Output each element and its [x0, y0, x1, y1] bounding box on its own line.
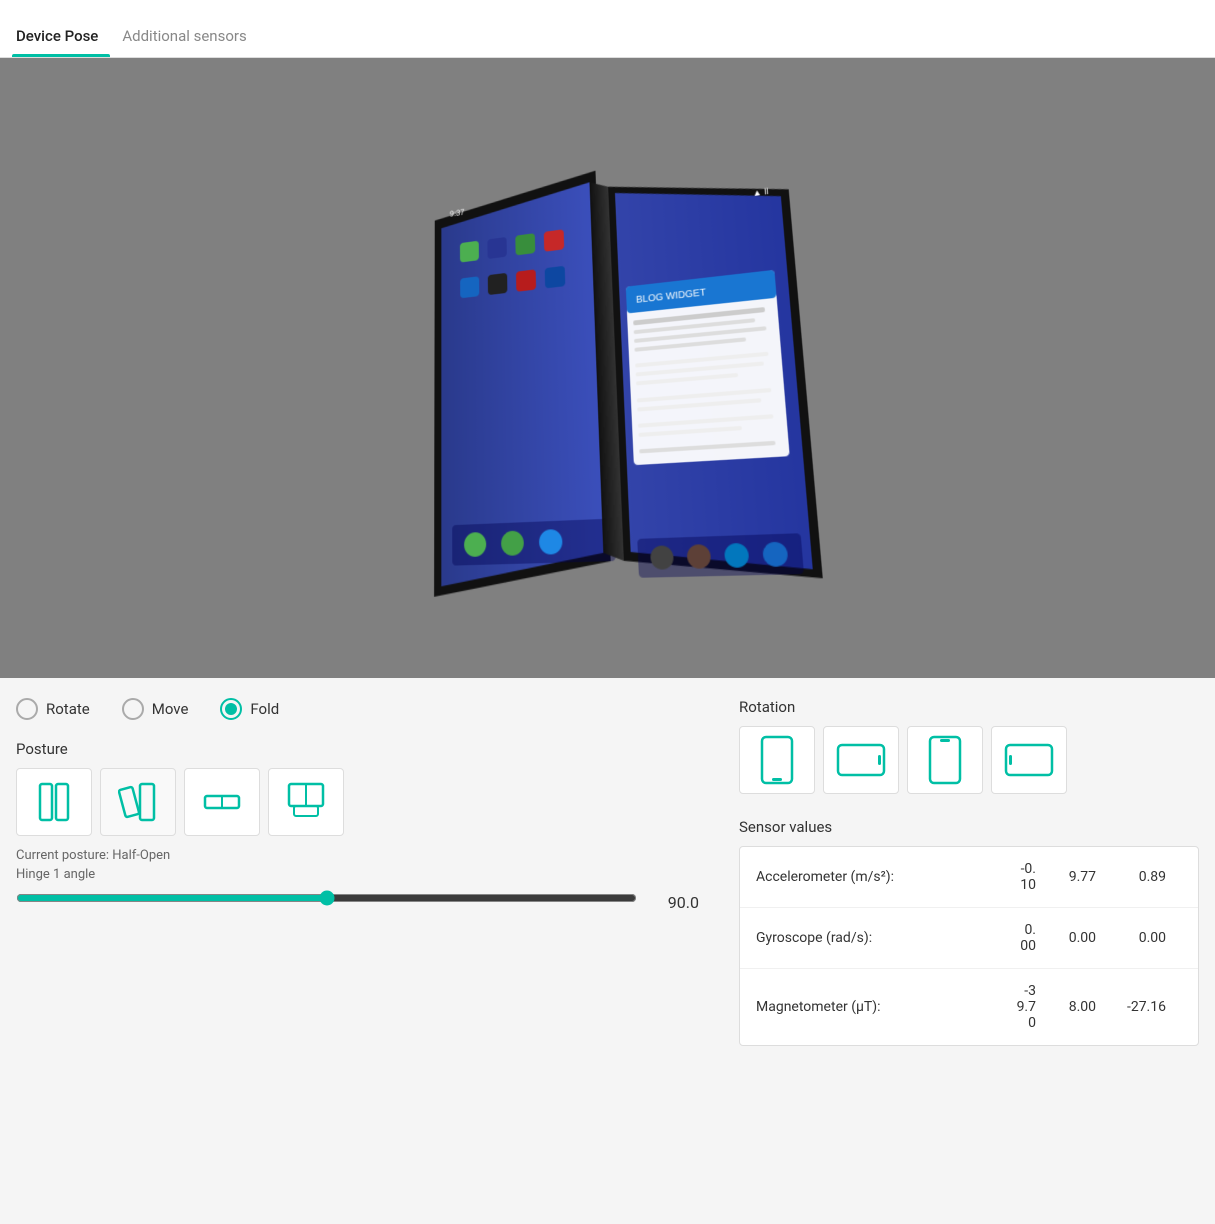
- magnetometer-v1: -39.70: [976, 983, 1036, 1031]
- radio-rotate[interactable]: Rotate: [16, 698, 90, 720]
- hinge-angle-slider[interactable]: [16, 890, 637, 906]
- gyroscope-label: Gyroscope (rad/s):: [756, 930, 976, 946]
- rotation-landscape-icon: [835, 742, 887, 778]
- posture-half-open-icon: [118, 780, 158, 824]
- controls-right: Rotation: [739, 698, 1199, 1204]
- hinge-angle-label: Hinge 1 angle: [16, 867, 699, 882]
- posture-btn-tent[interactable]: [268, 768, 344, 836]
- phone-svg: BLOG WIDGET 9:37 ▲ ll: [389, 106, 885, 618]
- rotation-portrait-icon: [759, 734, 795, 786]
- accelerometer-label: Accelerometer (m/s²):: [756, 869, 976, 885]
- radio-rotate-label: Rotate: [46, 700, 90, 718]
- radio-fold-label: Fold: [250, 700, 279, 718]
- posture-btn-book[interactable]: [16, 768, 92, 836]
- accelerometer-v3: 0.89: [1096, 869, 1166, 885]
- mode-radio-group: Rotate Move Fold: [16, 698, 699, 720]
- radio-rotate-circle[interactable]: [16, 698, 38, 720]
- gyroscope-v2: 0.00: [1036, 930, 1096, 946]
- posture-flat-icon: [202, 780, 242, 824]
- rotation-button-group: [739, 726, 1199, 794]
- rotation-label: Rotation: [739, 698, 1199, 716]
- rotation-landscape-reverse-icon: [1003, 742, 1055, 778]
- gyroscope-v1: 0.00: [976, 922, 1036, 954]
- radio-move-circle[interactable]: [122, 698, 144, 720]
- rotation-section: Rotation: [739, 698, 1199, 794]
- accelerometer-v2: 9.77: [1036, 869, 1096, 885]
- rotation-btn-portrait-reverse[interactable]: [907, 726, 983, 794]
- magnetometer-v2: 8.00: [1036, 999, 1096, 1015]
- controls-left: Rotate Move Fold Posture: [16, 698, 739, 1204]
- posture-button-group: [16, 768, 699, 836]
- posture-tent-icon: [286, 780, 326, 824]
- posture-btn-half-open[interactable]: [100, 768, 176, 836]
- radio-fold[interactable]: Fold: [220, 698, 279, 720]
- gyroscope-v3: 0.00: [1096, 930, 1166, 946]
- device-3d-viewer: BLOG WIDGET 9:37 ▲ ll: [0, 58, 1215, 678]
- rotation-btn-landscape-reverse[interactable]: [991, 726, 1067, 794]
- tab-device-pose[interactable]: Device Pose: [12, 27, 110, 57]
- radio-move[interactable]: Move: [122, 698, 189, 720]
- hinge-angle-value: 90.0: [649, 893, 699, 912]
- tab-bar: Device Pose Additional sensors: [0, 0, 1215, 58]
- radio-move-label: Move: [152, 700, 189, 718]
- phone-3d-model: BLOG WIDGET 9:37 ▲ ll: [389, 106, 886, 622]
- tab-additional-sensors[interactable]: Additional sensors: [118, 27, 258, 57]
- magnetometer-label: Magnetometer (μT):: [756, 999, 976, 1015]
- table-row: Gyroscope (rad/s): 0.00 0.00 0.00: [740, 908, 1198, 969]
- table-row: Accelerometer (m/s²): -0.10 9.77 0.89: [740, 847, 1198, 908]
- rotation-portrait-reverse-icon: [927, 734, 963, 786]
- posture-book-icon: [34, 780, 74, 824]
- magnetometer-v3: -27.16: [1096, 999, 1166, 1015]
- sensor-values-section: Sensor values Accelerometer (m/s²): -0.1…: [739, 818, 1199, 1046]
- rotation-btn-landscape[interactable]: [823, 726, 899, 794]
- current-posture-text: Current posture: Half-Open: [16, 848, 699, 863]
- rotation-btn-portrait[interactable]: [739, 726, 815, 794]
- sensor-table: Accelerometer (m/s²): -0.10 9.77 0.89 Gy…: [739, 846, 1199, 1046]
- table-row: Magnetometer (μT): -39.70 8.00 -27.16: [740, 969, 1198, 1045]
- sensor-values-label: Sensor values: [739, 818, 1199, 836]
- controls-area: Rotate Move Fold Posture: [0, 678, 1215, 1224]
- posture-btn-flat[interactable]: [184, 768, 260, 836]
- accelerometer-v1: -0.10: [976, 861, 1036, 893]
- posture-label: Posture: [16, 740, 699, 758]
- radio-fold-circle[interactable]: [220, 698, 242, 720]
